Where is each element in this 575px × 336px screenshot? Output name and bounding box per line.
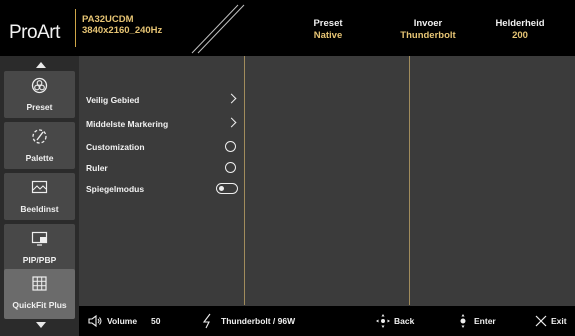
menu-item-ruler[interactable]: Ruler <box>86 160 241 176</box>
volume-value: 50 <box>151 316 161 326</box>
menu-item-label: Customization <box>86 142 145 152</box>
footer-bar: Volume 50 Thunderbolt / 96W Back Enter E… <box>79 306 575 336</box>
preset-icon <box>31 77 48 94</box>
sidebar-item-beeldinst[interactable]: Beeldinst <box>4 173 75 220</box>
palette-icon <box>32 129 47 144</box>
menu-item-label: Veilig Gebied <box>86 95 140 105</box>
pip-icon <box>31 231 48 246</box>
speaker-icon <box>88 314 102 328</box>
values-panel <box>410 56 575 305</box>
header-input: Invoer Thunderbolt <box>388 18 468 42</box>
header-preset: Preset Native <box>298 18 358 42</box>
brightness-value: 200 <box>512 30 528 41</box>
chevron-right-icon <box>226 117 237 128</box>
menu-item-customization[interactable]: Customization <box>86 139 241 155</box>
sidebar-item-label: QuickFit Plus <box>12 300 67 310</box>
scroll-down-arrow-icon[interactable] <box>36 322 46 328</box>
osd-menu: ProArt PA32UCDM 3840x2160_240Hz Preset N… <box>0 0 575 336</box>
menu-item-veilig-gebied[interactable]: Veilig Gebied <box>86 92 241 108</box>
menu-item-label: Spiegelmodus <box>86 184 145 194</box>
proart-logo: ProArt <box>9 22 60 43</box>
toggle-knob <box>219 186 224 191</box>
menu-item-label: Middelste Markering <box>86 119 169 129</box>
preset-value: Native <box>313 30 343 41</box>
sidebar-item-label: PIP/PBP <box>22 255 57 265</box>
back-label: Back <box>394 316 415 326</box>
volume-label: Volume <box>107 316 138 326</box>
model-info: PA32UCDM 3840x2160_240Hz <box>82 14 162 36</box>
model-name: PA32UCDM <box>82 14 134 25</box>
sidebar-item-preset[interactable]: Preset <box>4 71 75 118</box>
chevron-right-icon <box>226 93 237 104</box>
grid-icon <box>32 276 47 291</box>
sidebar-item-label: Palette <box>25 153 54 163</box>
sidebar-item-label: Preset <box>26 102 53 112</box>
exit-label: Exit <box>551 316 567 326</box>
resolution-text: 3840x2160_240Hz <box>82 25 163 36</box>
menu-item-spiegelmodus[interactable]: Spiegelmodus <box>86 181 241 197</box>
joystick-enter-icon <box>460 314 466 328</box>
input-value: Thunderbolt <box>400 30 456 41</box>
logo-divider <box>75 9 76 47</box>
header-bar: ProArt PA32UCDM 3840x2160_240Hz Preset N… <box>0 0 575 56</box>
preset-label: Preset <box>313 18 343 29</box>
menu-item-middelste-markering[interactable]: Middelste Markering <box>86 116 241 132</box>
header-brightness: Helderheid 200 <box>485 18 555 42</box>
sidebar-item-label: Beeldinst <box>20 204 59 214</box>
input-label: Invoer <box>413 18 443 29</box>
lightning-icon <box>202 313 211 329</box>
power-text: Thunderbolt / 96W <box>221 316 296 326</box>
sidebar-item-palette[interactable]: Palette <box>4 122 75 169</box>
radio-button[interactable] <box>225 162 236 173</box>
enter-label: Enter <box>474 316 496 326</box>
menu-item-label: Ruler <box>86 163 108 173</box>
options-panel <box>245 56 409 305</box>
joystick-back-icon <box>376 314 390 328</box>
brightness-label: Helderheid <box>495 18 545 29</box>
sidebar-item-quickfit-plus[interactable]: QuickFit Plus <box>4 269 75 319</box>
sidebar-item-pip-pbp[interactable]: PIP/PBP <box>4 224 75 271</box>
radio-button[interactable] <box>225 141 236 152</box>
sidebar: Preset Palette Beeldinst PIP/PBP QuickFi… <box>0 56 79 336</box>
scroll-up-arrow-icon[interactable] <box>36 62 46 68</box>
toggle-switch[interactable] <box>216 183 238 194</box>
decorative-slashes <box>191 4 245 54</box>
image-icon <box>31 180 48 194</box>
close-icon <box>535 315 547 327</box>
